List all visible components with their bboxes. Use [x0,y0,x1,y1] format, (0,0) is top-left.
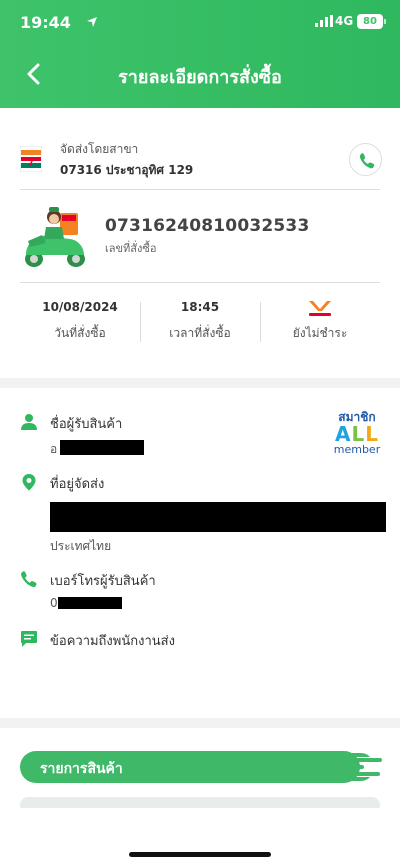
status-bar: 19:44 4G 80 [0,0,400,46]
redacted-block [60,440,144,455]
member-badge-bottom: member [333,443,381,456]
order-time: 18:45 [180,300,220,314]
store-name: 07316 ประชาอุทิศ 129 [60,163,194,177]
order-number-label: เลขที่สั่งซื้อ [105,242,157,255]
delivery-scooter-icon [25,207,85,267]
recipient-name-label: ชื่อผู้รับสินค้า [50,417,123,432]
signal-icon [315,15,333,27]
all-member-badge: สมาชิก ALL member [332,410,382,460]
battery-indicator: 80 [357,14,386,29]
driver-message-label[interactable]: ข้อความถึงพนักงานส่ง [50,630,175,651]
location-pin-icon [22,474,36,491]
home-indicator [129,852,271,857]
divider [20,189,380,190]
nav-bar: รายละเอียดการสั่งซื้อ [0,52,400,96]
person-icon [21,414,37,430]
truemoney-logo-icon [309,301,331,316]
payment-provider-logo [260,300,380,318]
call-store-button[interactable] [349,143,382,176]
order-time-label: เวลาที่สั่งซื้อ [169,326,231,340]
order-date-block: 10/08/2024 วันที่สั่งซื้อ [20,300,140,343]
store-delivery-label: จัดส่งโดยสาขา [60,142,139,156]
recipient-phone-label: เบอร์โทรผู้รับสินค้า [50,574,156,589]
message-icon [21,631,37,647]
order-number: 07316240810032533 [105,216,310,236]
phone-icon [21,571,37,588]
seven-eleven-logo-icon: 7 [20,146,42,172]
phone-icon [359,153,375,169]
redacted-block [58,597,122,609]
location-arrow-icon [87,17,97,27]
payment-status-label: ยังไม่ชำระ [292,326,348,340]
delivery-country: ประเทศไทย [50,539,112,553]
page-title: รายละเอียดการสั่งซื้อ [118,67,282,88]
member-badge-middle: ALL [335,422,379,446]
items-section-title: รายการสินค้า [40,761,123,777]
delivery-address-label: ที่อยู่จัดส่ง [50,477,105,492]
recipient-name-value: อ [50,442,58,456]
order-date: 10/08/2024 [42,300,118,314]
svg-text:7: 7 [28,157,34,169]
recipient-phone-value: 0 [50,596,58,610]
divider [20,282,380,283]
order-date-label: วันที่สั่งซื้อ [54,326,106,340]
payment-status-block: ยังไม่ชำระ [260,300,380,343]
network-type: 4G [335,14,354,28]
redacted-block [50,502,386,532]
status-time: 19:44 [20,13,71,32]
order-time-block: 18:45 เวลาที่สั่งซื้อ [140,300,260,343]
speed-lines-decoration [340,753,382,781]
bottom-safe-area [0,808,400,866]
